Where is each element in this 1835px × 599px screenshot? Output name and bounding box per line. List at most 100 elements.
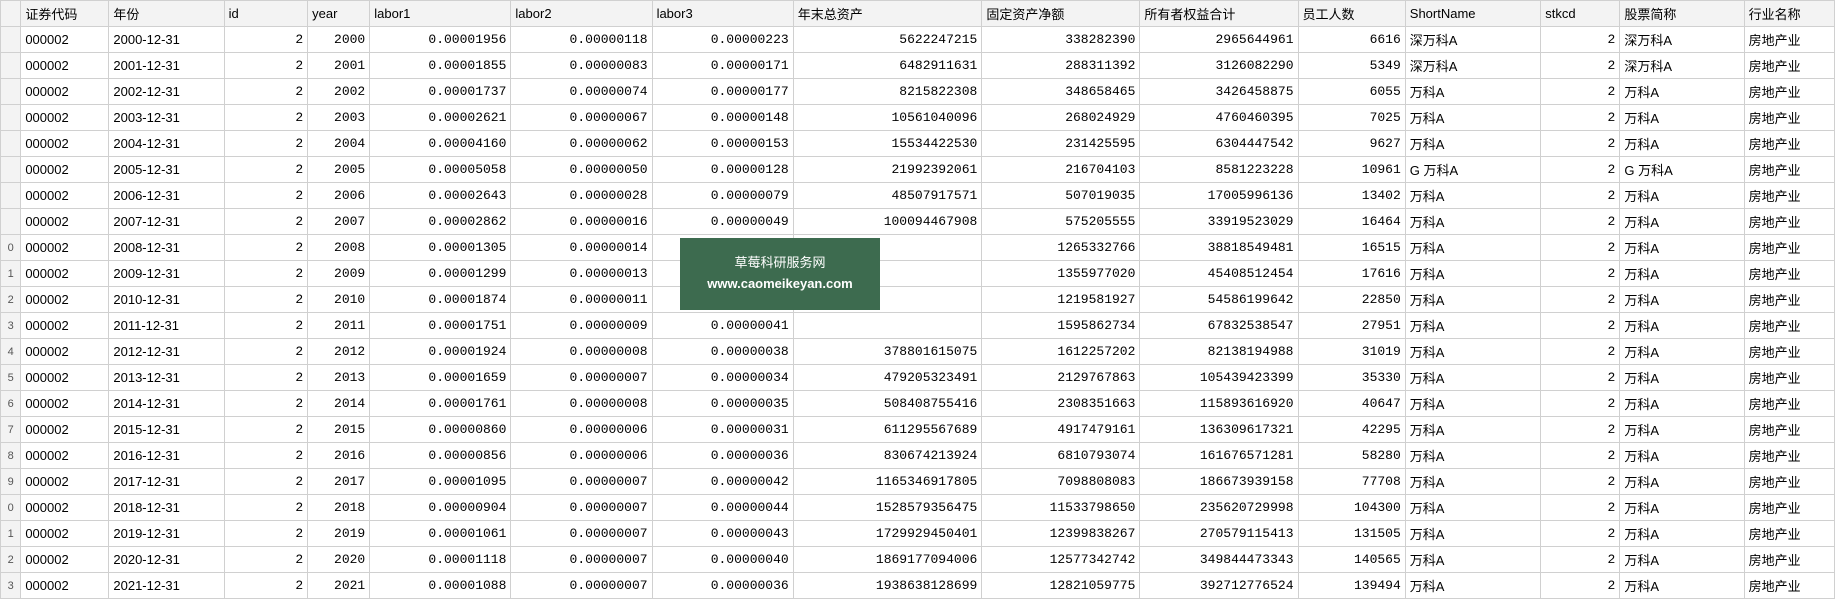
data-table[interactable]: 证券代码 年份 id year labor1 labor2 labor3 年末总… [0,0,1835,599]
cell[interactable]: 2004-12-31 [109,131,224,157]
cell[interactable]: 67832538547 [1140,313,1298,339]
cell[interactable]: 万科A [1405,105,1541,131]
cell[interactable]: 8581223228 [1140,157,1298,183]
cell[interactable]: 万科A [1620,131,1744,157]
cell[interactable]: 77708 [1298,469,1405,495]
cell[interactable]: 2 [1541,105,1620,131]
cell[interactable]: 万科A [1405,469,1541,495]
col-header[interactable]: 行业名称 [1744,1,1834,27]
cell[interactable] [793,261,982,287]
cell[interactable]: 2 [1541,157,1620,183]
cell[interactable]: 0.00000007 [511,521,652,547]
cell[interactable]: 40647 [1298,391,1405,417]
cell[interactable]: 0.00000028 [511,183,652,209]
cell[interactable]: 2 [1541,313,1620,339]
cell[interactable]: 深万科A [1405,53,1541,79]
cell[interactable]: 万科A [1405,573,1541,599]
cell[interactable]: 1612257202 [982,339,1140,365]
cell[interactable]: 0.00000074 [511,79,652,105]
cell[interactable]: 16515 [1298,235,1405,261]
cell[interactable]: 万科A [1405,313,1541,339]
cell[interactable]: 0.00001956 [370,27,511,53]
cell[interactable]: 6616 [1298,27,1405,53]
cell[interactable]: 2003 [308,105,370,131]
cell[interactable]: 2 [1541,443,1620,469]
cell[interactable]: 0.00001118 [370,547,511,573]
cell[interactable]: 0.00000038 [652,339,793,365]
cell[interactable]: 万科A [1620,547,1744,573]
cell[interactable]: 2 [224,105,308,131]
row-header[interactable]: 1 [1,261,21,287]
cell[interactable]: 2011 [308,313,370,339]
cell[interactable]: 0.00000050 [511,157,652,183]
cell[interactable]: 万科A [1405,79,1541,105]
cell[interactable]: 2000-12-31 [109,27,224,53]
cell[interactable]: 2018-12-31 [109,495,224,521]
cell[interactable]: 0.00000007 [511,365,652,391]
col-header[interactable]: 年末总资产 [793,1,982,27]
cell[interactable]: 2004 [308,131,370,157]
cell[interactable]: 0.00001737 [370,79,511,105]
cell[interactable]: 000002 [21,27,109,53]
cell[interactable]: 万科A [1405,521,1541,547]
cell[interactable]: 0.00000079 [652,183,793,209]
cell[interactable]: 139494 [1298,573,1405,599]
cell[interactable]: 21992392061 [793,157,982,183]
cell[interactable]: 8215822308 [793,79,982,105]
row-header[interactable]: 2 [1,547,21,573]
cell[interactable]: 000002 [21,469,109,495]
cell[interactable]: 378801615075 [793,339,982,365]
cell[interactable]: 0.00000034 [652,365,793,391]
cell[interactable]: 万科A [1620,261,1744,287]
cell[interactable]: 38818549481 [1140,235,1298,261]
cell[interactable]: 2 [1541,261,1620,287]
cell[interactable]: 4760460395 [1140,105,1298,131]
cell[interactable]: 2014-12-31 [109,391,224,417]
row-header[interactable] [1,183,21,209]
cell[interactable]: 17616 [1298,261,1405,287]
cell[interactable]: 0.00000036 [652,573,793,599]
cell[interactable]: 万科A [1405,209,1541,235]
cell[interactable] [793,313,982,339]
cell[interactable]: 房地产业 [1744,365,1834,391]
cell[interactable]: 2010-12-31 [109,287,224,313]
cell[interactable]: 2 [1541,209,1620,235]
cell[interactable]: 349844473343 [1140,547,1298,573]
cell[interactable]: 房地产业 [1744,261,1834,287]
cell[interactable]: 0.00000856 [370,443,511,469]
cell[interactable]: 0.00000904 [370,495,511,521]
cell[interactable]: 房地产业 [1744,417,1834,443]
cell[interactable]: 2 [224,131,308,157]
row-header[interactable] [1,27,21,53]
row-header[interactable] [1,79,21,105]
cell[interactable]: 1938638128699 [793,573,982,599]
cell[interactable]: 万科A [1620,521,1744,547]
cell[interactable]: 2 [1541,521,1620,547]
cell[interactable]: 2019-12-31 [109,521,224,547]
cell[interactable]: G 万科A [1620,157,1744,183]
cell[interactable]: 0.00000044 [652,495,793,521]
cell[interactable]: 2012-12-31 [109,339,224,365]
cell[interactable]: 0.00000067 [511,105,652,131]
cell[interactable]: 0.00001751 [370,313,511,339]
row-header[interactable]: 5 [1,365,21,391]
cell[interactable]: 2 [1541,417,1620,443]
cell[interactable]: 2 [224,469,308,495]
cell[interactable]: 0.00000036 [652,443,793,469]
row-header[interactable] [1,53,21,79]
cell[interactable]: 22850 [1298,287,1405,313]
row-header[interactable]: 6 [1,391,21,417]
cell[interactable]: 0.00000016 [511,209,652,235]
row-header[interactable]: 2 [1,287,21,313]
cell[interactable]: 万科A [1405,339,1541,365]
cell[interactable]: 2008 [308,235,370,261]
cell[interactable]: 479205323491 [793,365,982,391]
cell[interactable]: 2 [1541,339,1620,365]
cell[interactable]: 房地产业 [1744,209,1834,235]
cell[interactable]: 2 [1541,547,1620,573]
cell[interactable]: 1528579356475 [793,495,982,521]
cell[interactable]: 万科A [1620,443,1744,469]
col-header[interactable]: 固定资产净额 [982,1,1140,27]
cell[interactable]: 2001-12-31 [109,53,224,79]
cell[interactable]: 2006-12-31 [109,183,224,209]
